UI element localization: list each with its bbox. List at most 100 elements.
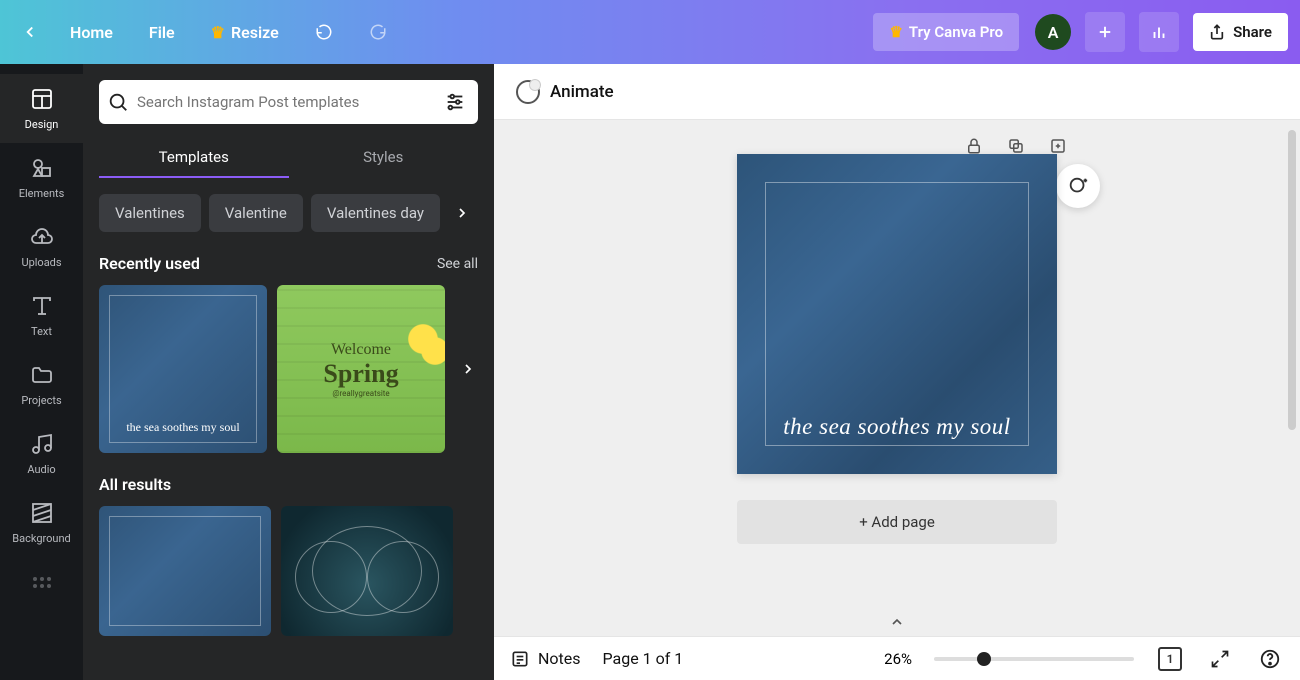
undo-icon bbox=[315, 23, 333, 41]
resize-button[interactable]: ♛ Resize bbox=[197, 15, 293, 50]
spring-title: Spring bbox=[323, 359, 398, 389]
section-all-results: All results bbox=[99, 475, 478, 494]
rail-label: Design bbox=[25, 118, 59, 131]
help-button[interactable] bbox=[1256, 645, 1284, 673]
chip-valentine[interactable]: Valentine bbox=[209, 194, 303, 232]
thumbs-scroll-right[interactable] bbox=[454, 355, 482, 383]
folder-icon bbox=[29, 362, 55, 388]
chevron-right-icon bbox=[460, 361, 476, 377]
redo-button[interactable] bbox=[355, 15, 401, 49]
rail-label: Elements bbox=[19, 187, 65, 200]
share-button[interactable]: Share bbox=[1193, 13, 1288, 51]
canvas-area: Animate the sea soothes my soul + Add pa… bbox=[494, 64, 1300, 680]
search-wrap bbox=[99, 80, 478, 124]
chips-scroll-right[interactable] bbox=[448, 199, 476, 227]
plus-icon bbox=[1096, 23, 1114, 41]
sliders-icon bbox=[444, 91, 466, 113]
templates-icon bbox=[29, 86, 55, 112]
canvas-viewport[interactable]: the sea soothes my soul + Add page bbox=[494, 120, 1300, 636]
zoom-thumb[interactable] bbox=[977, 652, 991, 666]
spring-welcome: Welcome bbox=[331, 341, 391, 359]
all-results-title: All results bbox=[99, 475, 171, 494]
search-input[interactable] bbox=[137, 93, 432, 111]
template-thumb-spring[interactable]: Welcome Spring @reallygreatsite bbox=[277, 285, 445, 453]
template-thumb-sea-2[interactable] bbox=[99, 506, 271, 636]
cloud-upload-icon bbox=[29, 224, 55, 250]
tab-templates[interactable]: Templates bbox=[99, 138, 289, 178]
avatar[interactable]: A bbox=[1035, 14, 1071, 50]
redo-icon bbox=[369, 23, 387, 41]
tool-rail: Design Elements Uploads Text Projects Au… bbox=[0, 64, 83, 680]
share-label: Share bbox=[1233, 23, 1272, 41]
rail-label: Text bbox=[31, 325, 52, 338]
rail-label: Audio bbox=[27, 463, 55, 476]
chip-valentines-day[interactable]: Valentines day bbox=[311, 194, 440, 232]
chevron-left-icon bbox=[21, 23, 39, 41]
chip-valentines[interactable]: Valentines bbox=[99, 194, 201, 232]
rail-text[interactable]: Text bbox=[0, 281, 83, 350]
try-pro-button[interactable]: ♛ Try Canva Pro bbox=[873, 13, 1019, 51]
chart-icon bbox=[1150, 23, 1168, 41]
sparkle-plus-icon bbox=[1067, 175, 1089, 197]
add-page-button[interactable]: + Add page bbox=[737, 500, 1057, 544]
design-page[interactable]: the sea soothes my soul bbox=[737, 154, 1057, 474]
back-button[interactable] bbox=[12, 14, 48, 50]
section-recently-used: Recently used See all bbox=[99, 254, 478, 273]
home-button[interactable]: Home bbox=[56, 15, 127, 50]
copy-icon bbox=[1007, 137, 1025, 155]
notes-icon bbox=[510, 649, 530, 669]
template-thumb-plastic[interactable] bbox=[281, 506, 453, 636]
undo-button[interactable] bbox=[301, 15, 347, 49]
zoom-slider[interactable] bbox=[934, 657, 1134, 661]
rail-projects[interactable]: Projects bbox=[0, 350, 83, 419]
rail-design[interactable]: Design bbox=[0, 74, 83, 143]
scrollbar-thumb[interactable] bbox=[1288, 130, 1296, 430]
rail-audio[interactable]: Audio bbox=[0, 419, 83, 488]
animate-label: Animate bbox=[550, 82, 614, 102]
file-menu[interactable]: File bbox=[135, 15, 189, 50]
page-plus-icon bbox=[1049, 137, 1067, 155]
rail-background[interactable]: Background bbox=[0, 488, 83, 557]
fullscreen-button[interactable] bbox=[1206, 645, 1234, 673]
recently-used-thumbs: the sea soothes my soul Welcome Spring @… bbox=[99, 285, 478, 453]
page-strip-toggle[interactable] bbox=[889, 614, 905, 630]
all-results-thumbs bbox=[99, 506, 478, 636]
main-area: Design Elements Uploads Text Projects Au… bbox=[0, 64, 1300, 680]
insights-button[interactable] bbox=[1139, 12, 1179, 52]
rail-uploads[interactable]: Uploads bbox=[0, 212, 83, 281]
rail-elements[interactable]: Elements bbox=[0, 143, 83, 212]
expand-icon bbox=[1210, 649, 1230, 669]
try-pro-label: Try Canva Pro bbox=[909, 23, 1003, 41]
notes-button[interactable]: Notes bbox=[510, 649, 581, 669]
tab-styles[interactable]: Styles bbox=[289, 138, 479, 178]
crown-icon: ♛ bbox=[211, 23, 225, 42]
add-member-button[interactable] bbox=[1085, 12, 1125, 52]
lock-icon bbox=[965, 137, 983, 155]
animate-button[interactable]: Animate bbox=[516, 80, 614, 104]
design-text[interactable]: the sea soothes my soul bbox=[783, 414, 1010, 440]
flower-graphic bbox=[399, 315, 445, 375]
page-info[interactable]: Page 1 of 1 bbox=[603, 649, 684, 668]
animate-icon bbox=[516, 80, 540, 104]
chevron-up-icon bbox=[889, 614, 905, 630]
page-number-button[interactable]: 1 bbox=[1156, 645, 1184, 673]
search-icon bbox=[107, 91, 129, 113]
template-thumb-sea[interactable]: the sea soothes my soul bbox=[99, 285, 267, 453]
thumb-caption: the sea soothes my soul bbox=[126, 420, 239, 435]
music-icon bbox=[29, 431, 55, 457]
background-icon bbox=[29, 500, 55, 526]
app-header: Home File ♛ Resize ♛ Try Canva Pro A Sha… bbox=[0, 0, 1300, 64]
zoom-label: 26% bbox=[884, 650, 912, 668]
rail-more[interactable] bbox=[0, 557, 83, 607]
recently-used-title: Recently used bbox=[99, 254, 200, 273]
quick-add-fab[interactable] bbox=[1056, 164, 1100, 208]
filter-button[interactable] bbox=[440, 87, 470, 117]
text-icon bbox=[29, 293, 55, 319]
rail-label: Background bbox=[12, 532, 70, 545]
vertical-scrollbar[interactable] bbox=[1288, 130, 1298, 596]
bottom-bar: Notes Page 1 of 1 26% 1 bbox=[494, 636, 1300, 680]
resize-label: Resize bbox=[231, 23, 279, 42]
thumb-frame bbox=[109, 516, 261, 626]
panel-tabs: Templates Styles bbox=[99, 138, 478, 178]
see-all-link[interactable]: See all bbox=[437, 256, 478, 272]
